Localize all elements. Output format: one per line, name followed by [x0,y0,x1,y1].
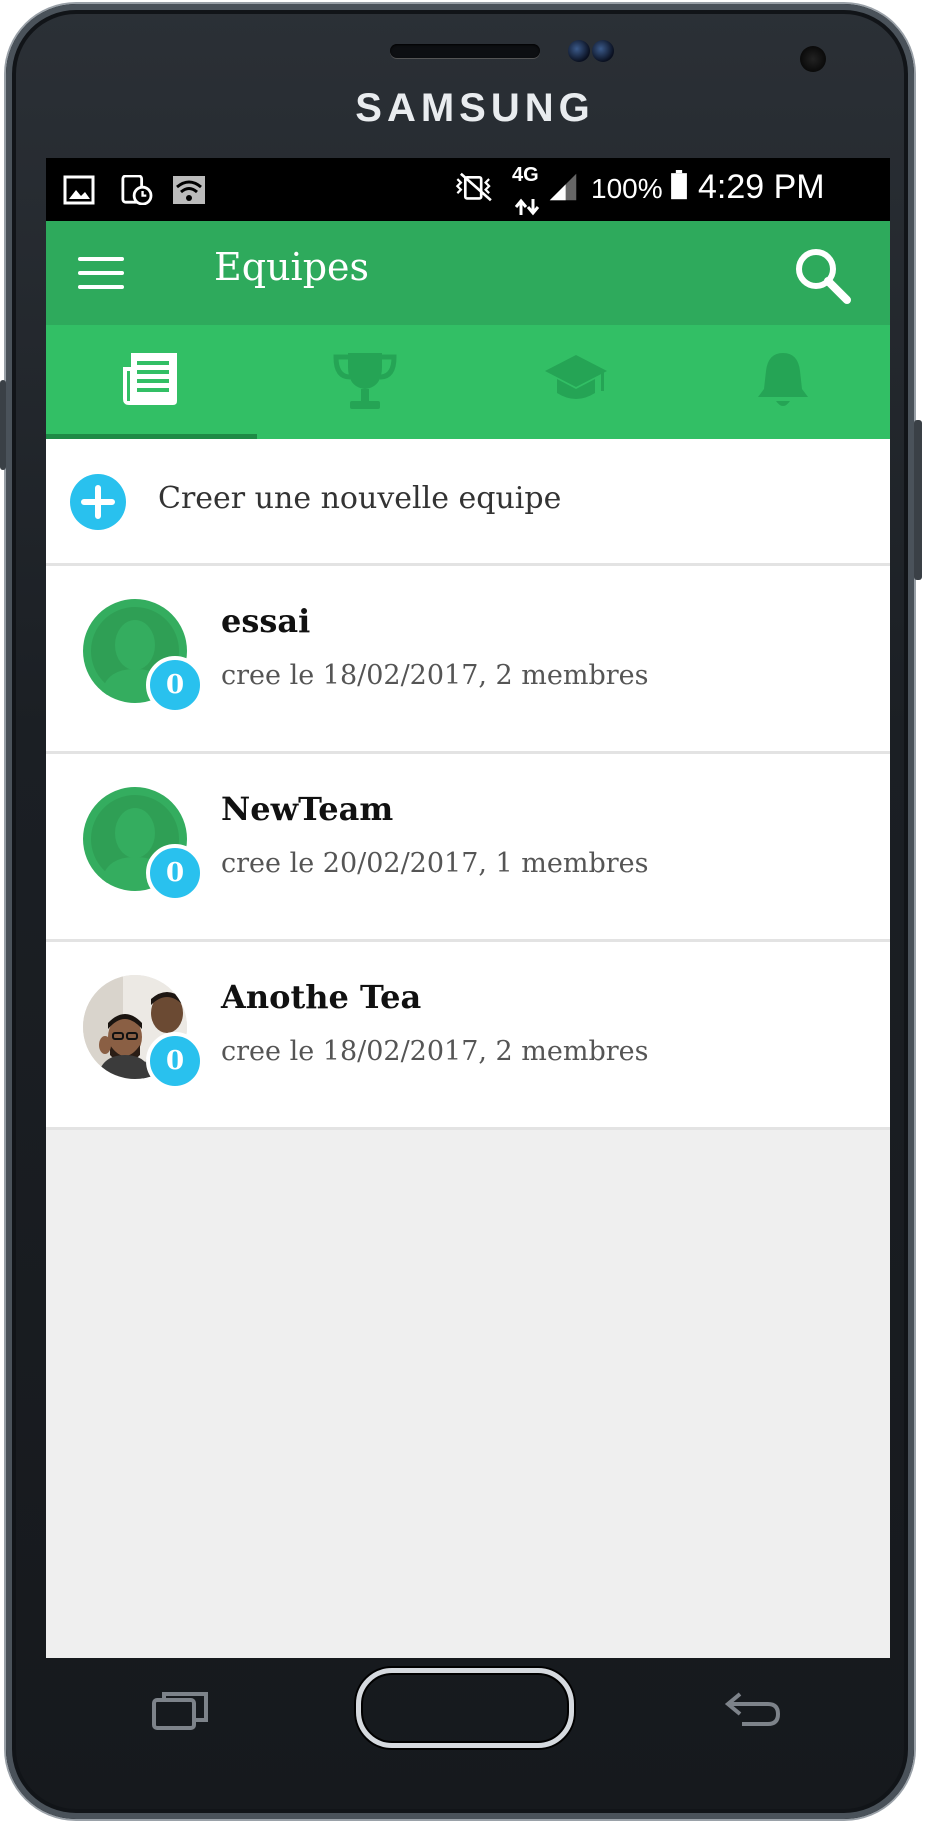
back-icon[interactable] [722,1690,782,1734]
tab-trophy[interactable] [257,325,468,439]
plus-icon [70,474,126,530]
team-row[interactable]: 0 Anothe Tea cree le 18/02/2017, 2 membr… [46,942,890,1127]
tab-bar [46,325,890,439]
team-meta: cree le 18/02/2017, 2 membres [221,1036,649,1067]
team-name: NewTeam [221,790,394,828]
page-title: Equipes [214,245,370,289]
battery-percent: 100% [591,173,663,204]
create-team-button[interactable]: Creer une nouvelle equipe [46,439,890,563]
clock: 4:29 PM [698,168,825,206]
earpiece-speaker [390,44,540,58]
recent-apps-icon[interactable] [150,1690,212,1732]
power-button [914,420,922,580]
screen: 4G 100% 4:29 PM Equipes Creer une nouvel… [46,158,890,1658]
mute-vibrate-icon [455,172,492,202]
proximity-sensor [800,46,826,72]
signal-icon [549,173,577,201]
network-arrows-icon [514,198,540,216]
wifi-icon [173,176,205,204]
front-camera [568,40,590,62]
create-team-label: Creer une nouvelle equipe [158,481,562,516]
notification-badge: 0 [146,1032,204,1090]
app-bar: Equipes [46,221,890,325]
search-icon[interactable] [791,244,853,306]
team-row[interactable]: 0 NewTeam cree le 20/02/2017, 1 membres [46,754,890,939]
sensor [592,40,614,62]
notification-badge: 0 [146,844,204,902]
volume-button [0,380,6,470]
home-button[interactable] [356,1668,574,1748]
team-row[interactable]: 0 essai cree le 18/02/2017, 2 membres [46,566,890,751]
team-meta: cree le 20/02/2017, 1 membres [221,848,649,879]
divider [46,1127,890,1130]
image-icon [63,175,95,205]
team-meta: cree le 18/02/2017, 2 membres [221,660,649,691]
status-bar: 4G 100% 4:29 PM [46,158,890,221]
screen-timer-icon [121,175,153,205]
graduation-cap-icon [545,355,607,399]
tab-news[interactable] [46,325,257,439]
network-4g-label: 4G [512,164,539,186]
bell-icon [758,353,808,406]
team-name: Anothe Tea [221,978,422,1016]
notification-badge: 0 [146,656,204,714]
tab-notifications[interactable] [679,325,890,439]
newspaper-icon [123,353,177,405]
brand-logo: SAMSUNG [355,86,595,130]
tab-education[interactable] [468,325,679,439]
team-name: essai [221,602,311,640]
battery-icon [671,170,687,200]
hamburger-menu-icon[interactable] [76,251,128,295]
trophy-icon [333,353,397,409]
